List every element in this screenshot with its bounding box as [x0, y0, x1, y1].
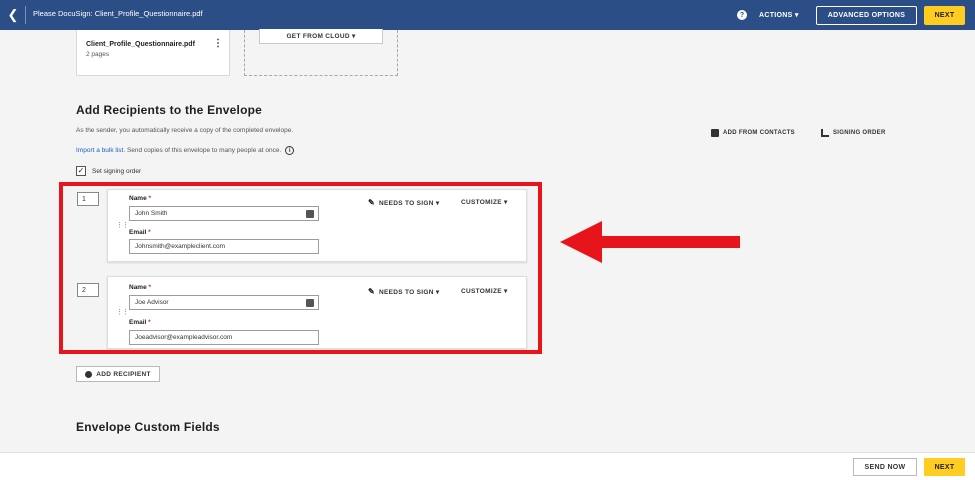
required-marker: *: [148, 319, 151, 326]
add-recipient-button[interactable]: ADD RECIPIENT: [76, 366, 160, 382]
pen-icon: ✎: [368, 287, 376, 296]
set-signing-order-checkbox[interactable]: ✓: [76, 166, 86, 176]
recipient-card: ⋮⋮ Name * Joe Advisor Email * Joeadvisor…: [107, 276, 527, 349]
upload-drop-zone[interactable]: GET FROM CLOUD ▾: [244, 29, 398, 76]
required-marker: *: [148, 284, 152, 291]
name-label-text: Name: [129, 284, 147, 291]
recipient-order-input[interactable]: 1: [77, 192, 99, 206]
signing-order-label: SIGNING ORDER: [833, 130, 886, 136]
recipients-title: Add Recipients to the Envelope: [76, 103, 263, 117]
add-from-contacts-button[interactable]: ADD FROM CONTACTS: [711, 129, 795, 137]
drag-handle-icon[interactable]: ⋮⋮: [116, 222, 129, 229]
set-signing-order-row[interactable]: ✓ Set signing order: [76, 166, 141, 176]
role-label: NEEDS TO SIGN ▾: [379, 288, 440, 296]
add-from-contacts-label: ADD FROM CONTACTS: [723, 130, 795, 136]
required-marker: *: [148, 229, 151, 236]
footer-bar: SEND NOW NEXT: [0, 452, 975, 480]
email-label: Email *: [129, 229, 151, 236]
custom-fields-title: Envelope Custom Fields: [76, 420, 220, 434]
contact-card-icon[interactable]: [306, 299, 314, 307]
role-dropdown[interactable]: ✎ NEEDS TO SIGN ▾: [368, 287, 439, 296]
next-button-top[interactable]: NEXT: [924, 6, 965, 25]
name-label: Name *: [129, 195, 151, 202]
add-person-icon: [85, 370, 93, 378]
get-from-cloud-button[interactable]: GET FROM CLOUD ▾: [259, 29, 383, 44]
role-dropdown[interactable]: ✎ NEEDS TO SIGN ▾: [368, 198, 439, 207]
recipient-order-input[interactable]: 2: [77, 283, 99, 297]
envelope-title: Please DocuSign: Client_Profile_Question…: [33, 9, 203, 18]
document-pages: 2 pages: [86, 51, 110, 58]
customize-dropdown[interactable]: CUSTOMIZE ▾: [461, 198, 508, 206]
bulk-list-text: . Send copies of this envelope to many p…: [123, 147, 282, 154]
pen-icon: ✎: [368, 198, 376, 207]
required-marker: *: [148, 195, 152, 202]
email-label-text: Email: [129, 319, 147, 326]
set-signing-order-label: Set signing order: [92, 167, 142, 175]
sender-note: As the sender, you automatically receive…: [76, 127, 294, 134]
chevron-left-icon: ❮: [7, 7, 19, 22]
role-label: NEEDS TO SIGN ▾: [379, 199, 440, 207]
back-button[interactable]: ❮: [4, 5, 22, 25]
signing-order-button[interactable]: SIGNING ORDER: [821, 129, 886, 137]
contact-card-icon[interactable]: [306, 210, 314, 218]
name-value: John Smith: [135, 210, 168, 217]
email-label: Email *: [129, 319, 151, 326]
drag-handle-icon[interactable]: ⋮⋮: [116, 309, 129, 316]
email-value: Johnsmith@exampleclient.com: [135, 243, 226, 250]
email-label-text: Email: [129, 229, 147, 236]
email-input[interactable]: Joeadvisor@exampleadvisor.com: [129, 330, 319, 345]
next-button-bottom[interactable]: NEXT: [924, 458, 965, 476]
add-recipient-label: ADD RECIPIENT: [96, 370, 151, 378]
signing-order-icon: [821, 129, 829, 137]
bulk-list-line: Import a bulk list . Send copies of this…: [76, 146, 295, 155]
name-input[interactable]: John Smith: [129, 206, 319, 221]
info-icon[interactable]: i: [285, 146, 295, 155]
recipient-card: ⋮⋮ Name * John Smith Email * Johnsmith@e…: [107, 189, 527, 262]
kebab-menu-icon[interactable]: ⋮: [213, 39, 223, 49]
document-card[interactable]: Client_Profile_Questionnaire.pdf 2 pages…: [76, 30, 230, 76]
name-label-text: Name: [129, 195, 147, 202]
email-value: Joeadvisor@exampleadvisor.com: [135, 334, 233, 341]
customize-dropdown[interactable]: CUSTOMIZE ▾: [461, 287, 508, 295]
help-circle-icon[interactable]: ?: [737, 10, 747, 20]
contacts-icon: [711, 129, 719, 137]
name-label: Name *: [129, 284, 151, 291]
email-input[interactable]: Johnsmith@exampleclient.com: [129, 239, 319, 254]
send-now-button[interactable]: SEND NOW: [853, 458, 917, 476]
red-arrow-annotation: [560, 221, 740, 263]
document-name: Client_Profile_Questionnaire.pdf: [86, 41, 195, 48]
divider: [25, 6, 26, 24]
advanced-options-button[interactable]: ADVANCED OPTIONS: [816, 6, 917, 25]
top-bar: ❮ Please DocuSign: Client_Profile_Questi…: [0, 0, 975, 30]
import-bulk-list-link[interactable]: Import a bulk list: [76, 147, 123, 154]
name-input[interactable]: Joe Advisor: [129, 295, 319, 310]
actions-menu-button[interactable]: ACTIONS ▾: [759, 11, 799, 19]
name-value: Joe Advisor: [135, 299, 169, 306]
